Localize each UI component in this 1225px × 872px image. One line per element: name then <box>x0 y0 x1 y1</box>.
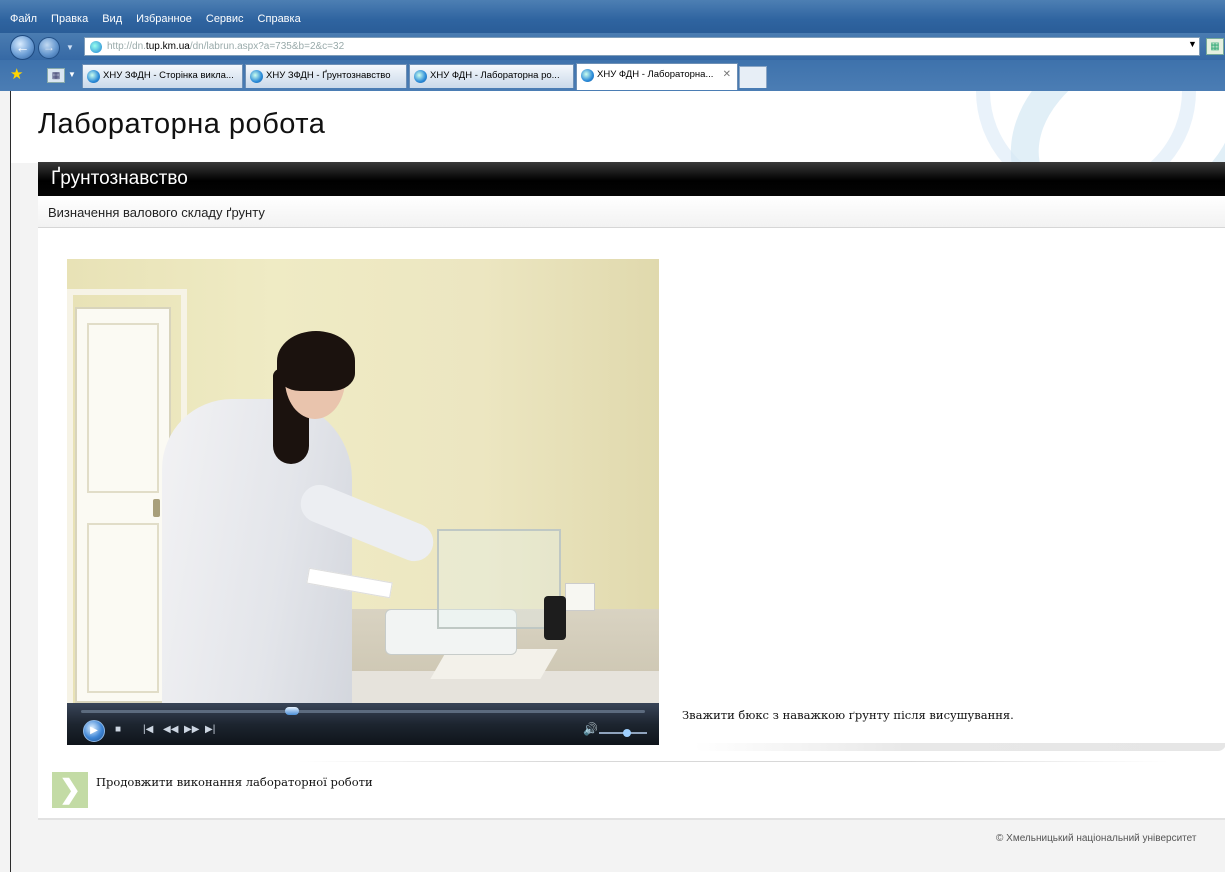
tab-bar: ★ ▦ ▼ ХНУ ЗФДН - Сторінка викла... ХНУ З… <box>0 60 1225 91</box>
player-controls: ▶ ■ |◀ ◀◀ ▶▶ ▶| 🔊 <box>67 703 659 745</box>
menu-tools[interactable]: Сервис <box>199 12 251 26</box>
favorites-star-icon[interactable]: ★ <box>10 67 23 82</box>
seek-bar[interactable] <box>81 707 645 715</box>
address-row: ← → ▼ http://dn.tup.km.ua/dn/labrun.aspx… <box>0 33 1225 60</box>
topic-bar: Визначення валового складу ґрунту <box>38 196 1225 228</box>
back-button[interactable]: ← <box>10 35 35 60</box>
menu-help[interactable]: Справка <box>251 12 308 26</box>
tab-label: ХНУ ФДН - Лабораторна... <box>597 69 714 80</box>
seek-thumb[interactable] <box>284 707 299 715</box>
ie-icon <box>250 70 263 83</box>
video-scene <box>565 583 595 611</box>
video-frame[interactable] <box>67 259 659 703</box>
lab-step-card: ▶ ■ |◀ ◀◀ ▶▶ ▶| 🔊 Зважити бюкс з наважко… <box>38 228 1225 820</box>
volume-icon[interactable]: 🔊 <box>583 722 598 736</box>
page-title: Лабораторна робота <box>38 108 326 140</box>
forward-arrow-icon: → <box>43 40 55 54</box>
video-scene <box>437 529 561 629</box>
continue-arrow-icon[interactable]: ❯ <box>52 772 88 808</box>
step-caption: Зважити бюкс з наважкою ґрунту після вис… <box>682 708 1014 722</box>
play-button[interactable]: ▶ <box>83 720 105 742</box>
video-scene <box>277 331 355 391</box>
page-header: Лабораторна робота <box>11 91 1225 163</box>
tab-soil-science[interactable]: ХНУ ЗФДН - Ґрунтознавство <box>245 64 407 88</box>
tab-teacher-page[interactable]: ХНУ ЗФДН - Сторінка викла... <box>82 64 243 88</box>
stop-icon[interactable]: ■ <box>115 724 121 735</box>
forward-button[interactable]: → <box>38 37 60 59</box>
address-dropdown-icon[interactable]: ▼ <box>1188 39 1197 49</box>
menu-favorites[interactable]: Избранное <box>129 12 199 26</box>
history-dropdown-icon[interactable]: ▼ <box>66 43 74 52</box>
tab-list-dropdown-icon[interactable]: ▼ <box>68 70 76 79</box>
video-scene <box>153 499 160 517</box>
ie-icon <box>87 70 100 83</box>
address-host: tup.km.ua <box>145 41 190 52</box>
page-icon <box>90 41 102 53</box>
volume-slider[interactable] <box>599 729 647 737</box>
video-scene <box>87 323 159 493</box>
menu-bar: Файл Правка Вид Избранное Сервис Справка <box>0 0 1225 33</box>
footer-copyright: © Хмельницький національний університет <box>996 833 1197 844</box>
video-scene <box>75 307 171 703</box>
video-scene <box>162 399 352 703</box>
tab-lab-work-active[interactable]: ХНУ ФДН - Лабораторна... ✕ <box>576 63 738 90</box>
ie-icon <box>581 69 594 82</box>
continue-link[interactable]: Продовжити виконання лабораторної роботи <box>96 775 373 789</box>
address-prefix: http://dn. <box>107 41 146 52</box>
address-path: /dn/labrun.aspx?a=735&b=2&c=32 <box>189 41 345 52</box>
menu-edit[interactable]: Правка <box>44 12 95 26</box>
divider <box>298 761 1168 762</box>
ie-icon <box>414 70 427 83</box>
tab-label: ХНУ ЗФДН - Сторінка викла... <box>103 70 234 81</box>
volume-thumb[interactable] <box>623 729 631 737</box>
tab-lab-work[interactable]: ХНУ ФДН - Лабораторна ро... <box>409 64 574 88</box>
page-content: Лабораторна робота Ґрунтознавство Визнач… <box>10 91 1225 872</box>
caption-shadow <box>694 743 1225 751</box>
address-bar[interactable]: http://dn.tup.km.ua/dn/labrun.aspx?a=735… <box>84 37 1200 56</box>
next-icon[interactable]: ▶| <box>205 724 215 735</box>
close-tab-icon[interactable]: ✕ <box>723 64 731 86</box>
decorative-swoosh <box>976 91 1196 163</box>
previous-icon[interactable]: |◀ <box>143 724 153 735</box>
quick-tabs-icon[interactable]: ▦ <box>47 68 65 83</box>
tab-label: ХНУ ФДН - Лабораторна ро... <box>430 70 560 81</box>
menu-view[interactable]: Вид <box>95 12 129 26</box>
menu-file[interactable]: Файл <box>3 12 44 26</box>
tab-label: ХНУ ЗФДН - Ґрунтознавство <box>266 70 391 81</box>
video-scene <box>544 596 566 640</box>
compatibility-icon[interactable]: ▦ <box>1206 38 1224 55</box>
video-player[interactable]: ▶ ■ |◀ ◀◀ ▶▶ ▶| 🔊 <box>67 259 659 745</box>
fast-forward-icon[interactable]: ▶▶ <box>184 724 199 735</box>
subject-title: Ґрунтознавство <box>51 168 188 189</box>
back-arrow-icon: ← <box>15 39 30 55</box>
topic-title: Визначення валового складу ґрунту <box>48 205 265 220</box>
rewind-icon[interactable]: ◀◀ <box>163 724 178 735</box>
subject-bar: Ґрунтознавство <box>38 162 1225 196</box>
new-tab-button[interactable] <box>739 66 767 88</box>
video-scene <box>87 523 159 693</box>
